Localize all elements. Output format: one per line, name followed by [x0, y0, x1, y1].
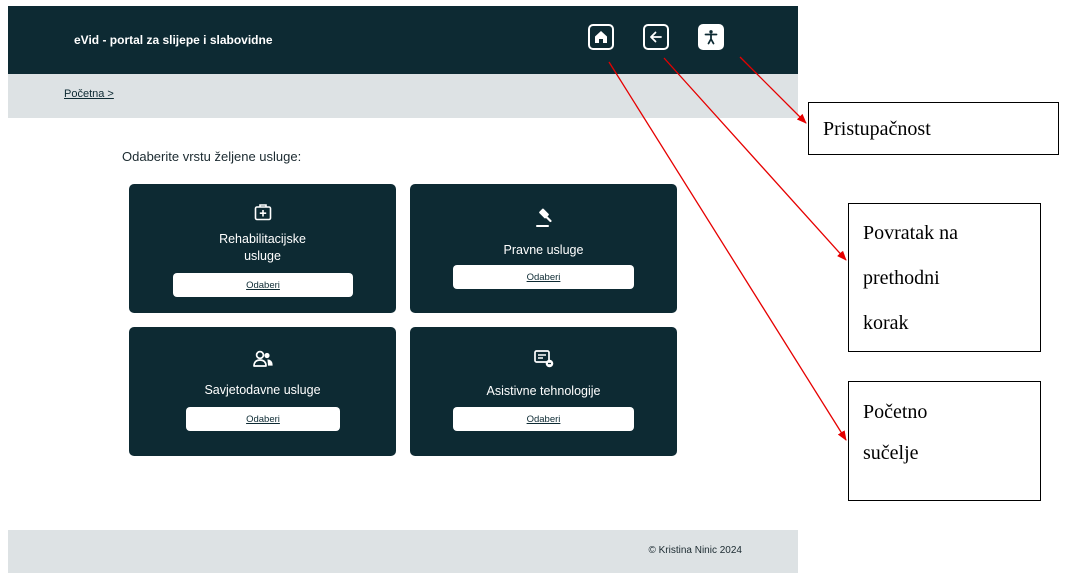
back-arrow [663, 57, 847, 261]
callout-line: Pristupačnost [823, 118, 931, 140]
home-callout: Početno sučelje [848, 381, 1041, 501]
callout-line: Početno [863, 401, 928, 423]
callout-line: korak [863, 312, 909, 334]
callout-line: sučelje [863, 442, 919, 464]
accessibility-callout: Pristupačnost [808, 102, 1059, 155]
back-callout: Povratak na prethodni korak [848, 203, 1041, 352]
accessibility-arrow [739, 56, 807, 124]
callout-line: prethodni [863, 267, 940, 289]
callout-line: Povratak na [863, 222, 958, 244]
